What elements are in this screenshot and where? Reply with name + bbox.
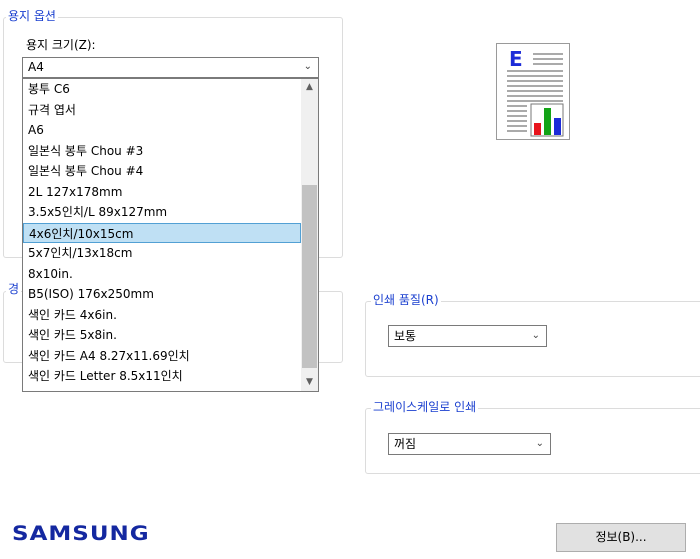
info-button[interactable]: 정보(B)... bbox=[556, 523, 686, 552]
print-quality-value: 보통 bbox=[394, 329, 417, 343]
grayscale-value: 꺼짐 bbox=[394, 437, 417, 451]
preview-letter: E bbox=[509, 47, 523, 71]
paper-size-option[interactable]: 2L 127x178mm bbox=[23, 182, 301, 203]
paper-options-legend: 용지 옵션 bbox=[6, 9, 58, 23]
grayscale-legend: 그레이스케일로 인쇄 bbox=[371, 400, 479, 414]
paper-size-option[interactable]: 봉투 C6 bbox=[23, 79, 301, 100]
paper-size-option[interactable]: 3.5x5인치/L 89x127mm bbox=[23, 202, 301, 223]
chevron-down-icon: ⌄ bbox=[531, 330, 540, 341]
paper-size-option[interactable]: 색인 카드 Letter 8.5x11인치 bbox=[23, 366, 301, 387]
grayscale-combo[interactable]: 꺼짐 ⌄ bbox=[388, 433, 551, 455]
paper-size-option[interactable]: 일본식 봉투 Chou #4 bbox=[23, 161, 301, 182]
print-quality-legend: 인쇄 품질(R) bbox=[371, 293, 441, 307]
scroll-up-icon[interactable]: ▲ bbox=[301, 79, 318, 96]
paper-size-option[interactable]: B5(ISO) 176x250mm bbox=[23, 284, 301, 305]
paper-size-dropdown-list[interactable]: 봉투 C6 규격 엽서 A6 일본식 봉투 Chou #3 일본식 봉투 Chou #4… bbox=[22, 78, 319, 392]
document-preview-icon: E bbox=[496, 43, 570, 140]
paper-size-option[interactable]: A6 bbox=[23, 120, 301, 141]
paper-size-option[interactable]: 4x6인치/10x15cm bbox=[23, 222, 301, 243]
print-quality-combo[interactable]: 보통 ⌄ bbox=[388, 325, 547, 347]
scroll-down-icon[interactable]: ▼ bbox=[301, 374, 318, 391]
dropdown-scrollbar[interactable]: ▲ ▼ bbox=[301, 79, 318, 391]
samsung-logo: SAMSUNG bbox=[12, 522, 150, 546]
hidden-options-legend: 경 bbox=[6, 282, 22, 296]
preview-chart-bar bbox=[534, 123, 541, 135]
preview-chart-bar bbox=[544, 108, 551, 135]
paper-size-option[interactable]: 5x7인치/13x18cm bbox=[23, 243, 301, 264]
paper-size-option[interactable]: 색인 카드 5x8in. bbox=[23, 325, 301, 346]
chevron-down-icon: ⌄ bbox=[303, 61, 312, 72]
paper-size-combo[interactable]: A4 ⌄ bbox=[22, 57, 319, 78]
preview-chart-bar bbox=[554, 118, 561, 135]
paper-size-label: 용지 크기(Z): bbox=[26, 38, 96, 52]
paper-size-option[interactable]: 색인 카드 4x6in. bbox=[23, 305, 301, 326]
paper-size-value: A4 bbox=[28, 60, 44, 74]
paper-size-options: 봉투 C6 규격 엽서 A6 일본식 봉투 Chou #3 일본식 봉투 Chou #4… bbox=[23, 79, 301, 387]
paper-size-option[interactable]: 색인 카드 A4 8.27x11.69인치 bbox=[23, 346, 301, 367]
scroll-thumb[interactable] bbox=[302, 185, 317, 368]
paper-size-option[interactable]: 일본식 봉투 Chou #3 bbox=[23, 141, 301, 162]
paper-size-option[interactable]: 8x10in. bbox=[23, 264, 301, 285]
paper-size-option[interactable]: 규격 엽서 bbox=[23, 100, 301, 121]
chevron-down-icon: ⌄ bbox=[535, 438, 544, 449]
